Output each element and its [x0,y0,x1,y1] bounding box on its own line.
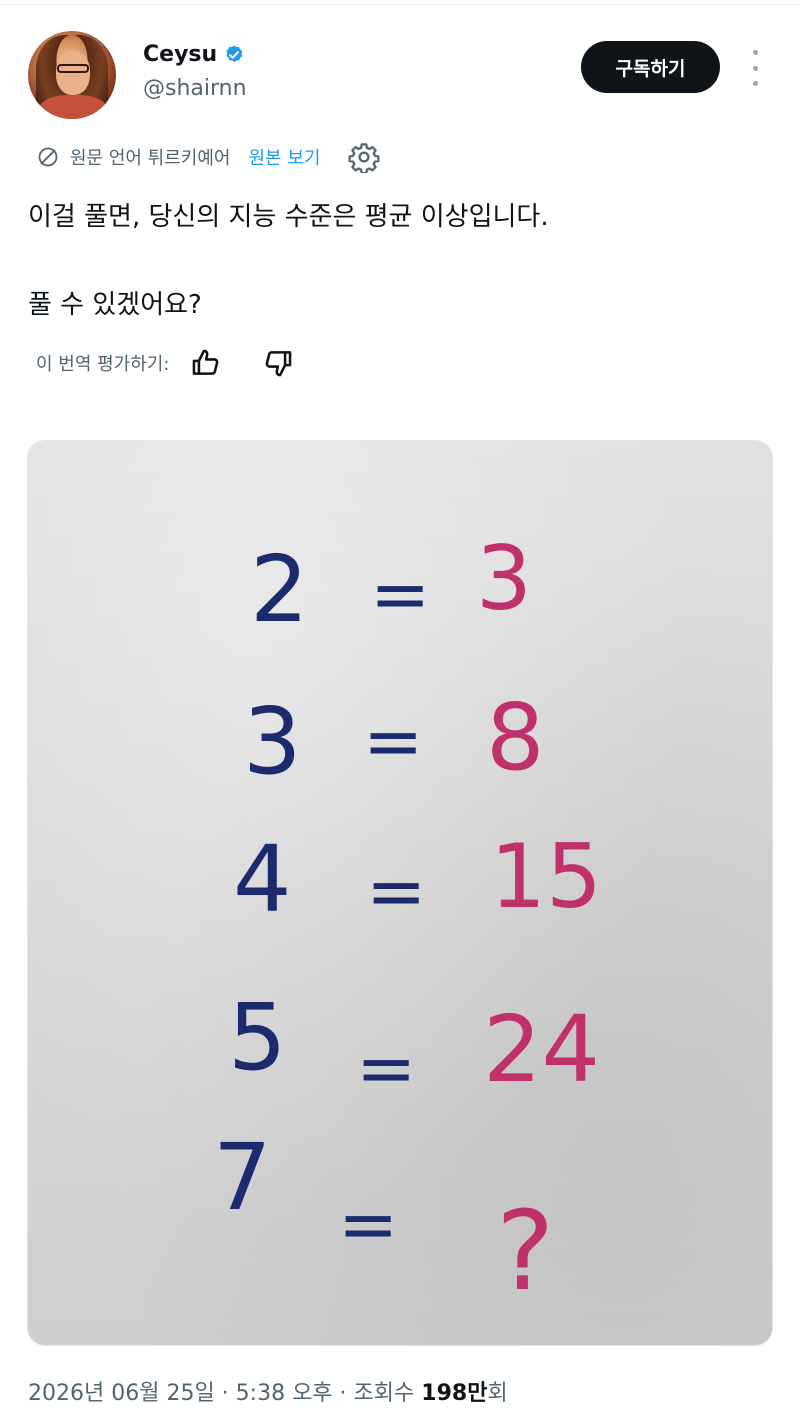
gear-icon[interactable] [348,141,380,173]
avatar[interactable] [28,31,116,119]
puzzle-eq-2: = [363,699,423,783]
translation-notice: 원문 언어 튀르키예어 원본 보기 [36,140,380,174]
tweet-text: 이걸 풀면, 당신의 지능 수준은 평균 이상입니다. 풀 수 있겠어요? [28,195,768,327]
thumbs-down-icon[interactable] [261,346,295,380]
puzzle-left-5: 7 [213,1124,272,1231]
puzzle-eq-5: = [338,1182,398,1266]
translation-note: 원문 언어 튀르키예어 [70,148,231,169]
verified-badge-icon [226,44,243,62]
thumbs-up-icon[interactable] [189,346,223,380]
puzzle-eq-4: = [356,1026,416,1110]
puzzle-eq-1: = [370,552,430,636]
puzzle-right-5: ? [496,1187,554,1315]
puzzle-right-2: 8 [486,684,545,791]
post-time[interactable]: 5:38 오후 [236,1381,333,1406]
display-name-text: Ceysu [143,42,218,67]
puzzle-drawing: 2 = 3 3 = 8 4 = 15 5 = 24 7 = ? [213,527,602,1315]
author-display-name[interactable]: Ceysu [143,42,245,67]
tweet-line-2: 풀 수 있겠어요? [28,290,202,320]
top-divider [0,4,800,5]
more-options-icon[interactable] [748,50,762,86]
puzzle-left-2: 3 [243,688,302,795]
puzzle-right-4: 24 [483,996,600,1103]
puzzle-left-4: 5 [228,984,287,1091]
tweet-meta: 2026년 06월 25일 · 5:38 오후 · 조회수 198만회 [28,1375,508,1407]
rate-translation: 이 번역 평가하기: [36,345,295,381]
author-handle[interactable]: @shairnn [143,76,247,101]
meta-separator: · [332,1381,354,1406]
subscribe-button[interactable]: 구독하기 [581,41,720,93]
rate-translation-label: 이 번역 평가하기: [36,354,170,375]
puzzle-right-1: 3 [476,527,532,630]
puzzle-right-3: 15 [490,825,602,928]
post-date[interactable]: 2026년 06월 25일 [28,1381,215,1406]
views-count: 198만 [421,1381,488,1406]
tweet-line-1: 이걸 풀면, 당신의 지능 수준은 평균 이상입니다. [28,202,549,232]
views-label: 조회수 [353,1381,422,1406]
views-suffix: 회 [487,1381,508,1406]
puzzle-eq-3: = [366,849,426,933]
puzzle-image[interactable]: 2 = 3 3 = 8 4 = 15 5 = 24 7 = ? [27,440,773,1346]
meta-separator: · [214,1381,236,1406]
show-original-link[interactable]: 원본 보기 [248,144,320,170]
translate-icon [38,147,58,167]
puzzle-left-3: 4 [233,826,292,933]
puzzle-left-1: 2 [250,536,309,643]
